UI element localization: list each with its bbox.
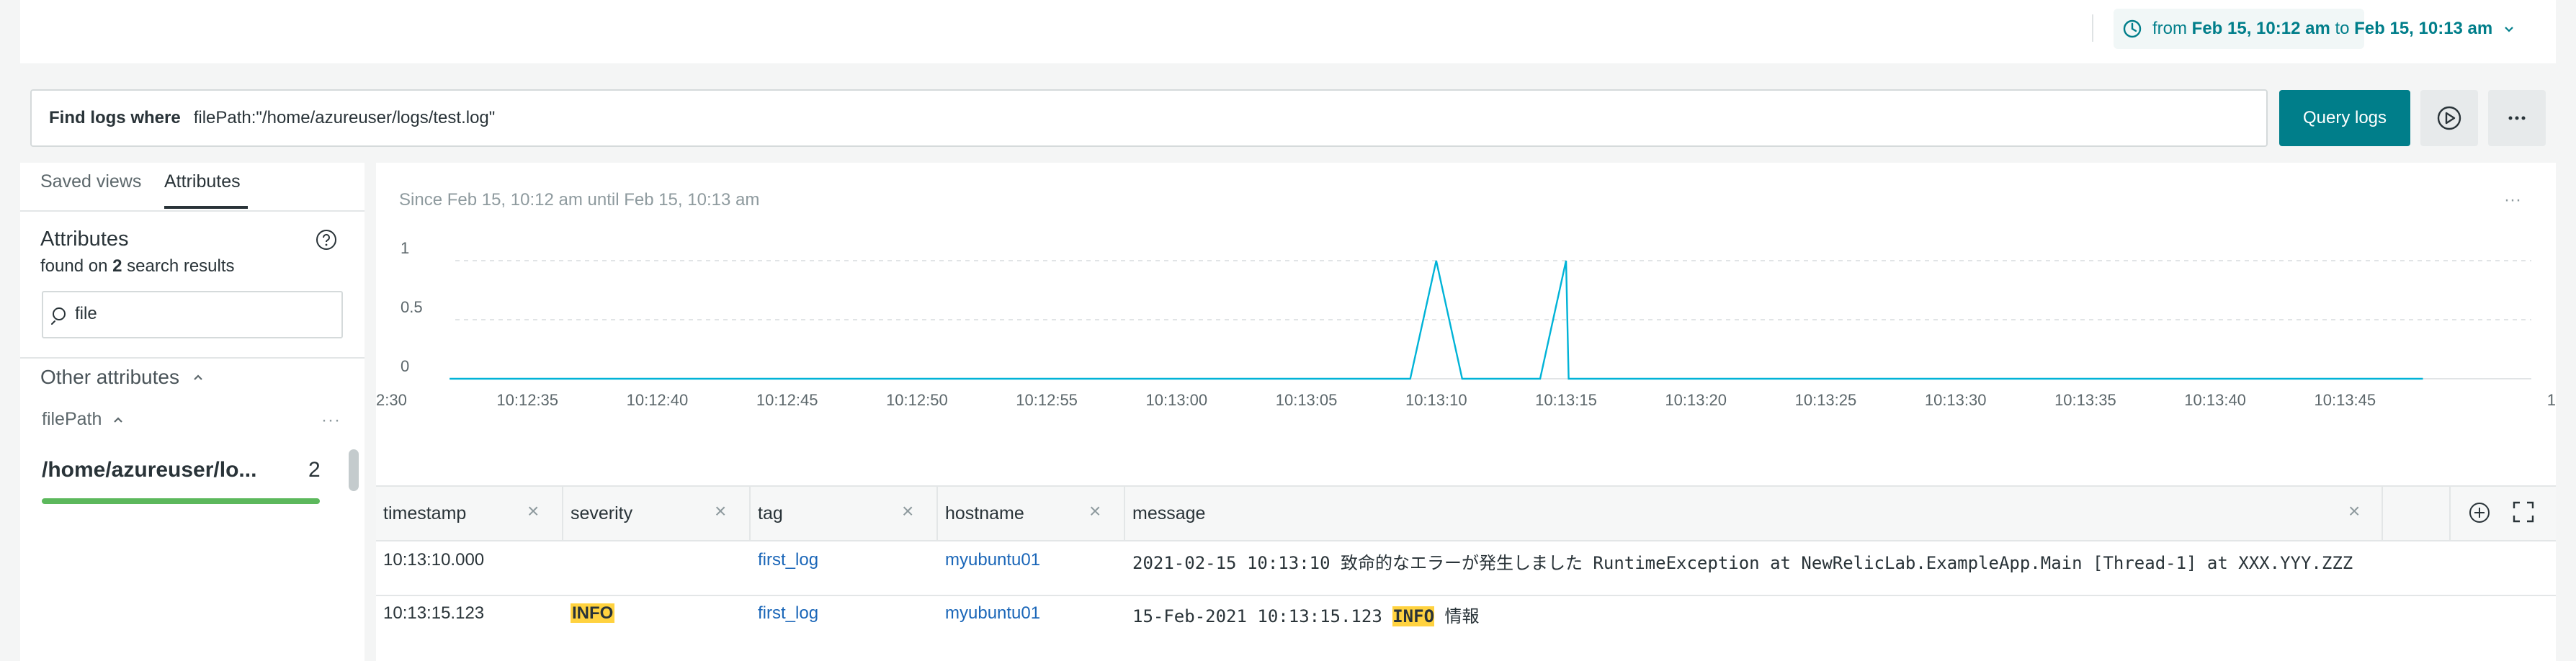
close-icon[interactable]: × xyxy=(902,500,913,523)
message-suffix: 情報 xyxy=(1434,606,1480,626)
column-header-tag[interactable]: tag xyxy=(758,485,783,541)
clock-icon xyxy=(2122,19,2142,39)
x-tick-label: 10:13:05 xyxy=(1276,391,1338,409)
attribute-value[interactable]: /home/azureuser/lo... xyxy=(42,458,256,482)
column-header-severity[interactable]: severity xyxy=(571,485,632,541)
cell-timestamp: 10:13:15.123 xyxy=(383,603,485,623)
other-attributes-label: Other attributes xyxy=(40,366,179,388)
column-header-timestamp[interactable]: timestamp xyxy=(383,485,466,541)
x-tick-label: 10:13:20 xyxy=(1665,391,1727,409)
column-header-message[interactable]: message xyxy=(1132,485,1205,541)
cell-tag-link[interactable]: first_log xyxy=(758,550,818,570)
row-divider xyxy=(376,595,2556,596)
attributes-heading: Attributes xyxy=(40,228,129,251)
x-tick-label: 10:13:35 xyxy=(2054,391,2116,409)
close-icon[interactable]: × xyxy=(1089,500,1101,523)
time-to-word: to xyxy=(2335,19,2350,38)
x-tick-label: 10:13:30 xyxy=(1925,391,1987,409)
x-tick-label: 10:13:10 xyxy=(1405,391,1467,409)
ellipsis-icon xyxy=(2508,116,2526,120)
message-prefix: 15-Feb-2021 10:13:15.123 xyxy=(1132,606,1393,626)
query-label: Find logs where xyxy=(49,108,181,127)
cell-message[interactable]: 15-Feb-2021 10:13:15.123 INFO 情報 xyxy=(1132,602,1479,627)
log-count-chart: 1 0.5 0 2:30 10:12:35 10:12:40 10:12:45 10:12:… xyxy=(376,239,2556,409)
column-divider[interactable] xyxy=(562,485,563,541)
x-tick-label: 10:13:25 xyxy=(1795,391,1857,409)
column-divider[interactable] xyxy=(749,485,751,541)
x-tick-label: 10:13:40 xyxy=(2184,391,2246,409)
y-tick-label: 1 xyxy=(401,239,409,257)
x-tick-label: 10:12:40 xyxy=(627,391,689,409)
attribute-search-value: file xyxy=(75,304,97,323)
attribute-count: 2 xyxy=(308,458,321,482)
x-tick-label: 10:13:15 xyxy=(1535,391,1597,409)
query-logs-button[interactable]: Query logs xyxy=(2279,90,2410,146)
x-tick-label: 10:12:45 xyxy=(756,391,818,409)
column-header-hostname[interactable]: hostname xyxy=(945,485,1024,541)
live-tail-button[interactable] xyxy=(2420,90,2478,146)
time-to-value: Feb 15, 10:13 am xyxy=(2354,19,2493,38)
column-divider[interactable] xyxy=(1124,485,1125,541)
active-tab-indicator xyxy=(164,206,248,209)
time-from-word: from xyxy=(2152,19,2187,38)
column-divider xyxy=(2449,485,2451,541)
column-divider[interactable] xyxy=(2382,485,2383,541)
attribute-group-header[interactable]: filePath xyxy=(42,409,125,430)
cell-hostname-link[interactable]: myubuntu01 xyxy=(945,550,1040,570)
column-divider[interactable] xyxy=(936,485,938,541)
x-tick-label: 10:13:00 xyxy=(1146,391,1208,409)
tab-attributes[interactable]: Attributes xyxy=(164,171,241,192)
divider xyxy=(20,357,365,359)
add-column-icon[interactable] xyxy=(2468,501,2491,528)
attribute-more-icon[interactable]: ··· xyxy=(321,410,341,431)
query-input[interactable]: filePath:"/home/azureuser/logs/test.log" xyxy=(194,108,496,128)
found-prefix: found on xyxy=(40,256,108,276)
play-icon xyxy=(2437,106,2461,130)
x-tick-label: 10:12:50 xyxy=(886,391,948,409)
more-options-button[interactable] xyxy=(2488,90,2546,146)
table-header xyxy=(376,485,2556,541)
y-tick-label: 0.5 xyxy=(401,298,423,316)
message-highlight: INFO xyxy=(1392,606,1435,626)
search-icon xyxy=(50,305,71,329)
attribute-fraction-bar xyxy=(42,498,320,504)
cell-timestamp: 10:13:10.000 xyxy=(383,550,485,570)
attributes-found-text: found on 2 search results xyxy=(40,256,235,276)
x-tick-label: 10:12:55 xyxy=(1016,391,1078,409)
close-icon[interactable]: × xyxy=(715,500,726,523)
chevron-up-icon xyxy=(194,374,202,380)
other-attributes-header[interactable]: Other attributes xyxy=(40,366,205,389)
cell-tag-link[interactable]: first_log xyxy=(758,603,818,624)
time-picker-button[interactable]: from Feb 15, 10:12 am to Feb 15, 10:13 a… xyxy=(2114,9,2514,49)
x-tick-label: 2:30 xyxy=(376,391,407,409)
cell-hostname-link[interactable]: myubuntu01 xyxy=(945,603,1040,624)
severity-badge: INFO xyxy=(571,603,615,623)
x-tick-label: 1 xyxy=(2547,391,2556,409)
found-count: 2 xyxy=(112,256,122,276)
time-from-value: Feb 15, 10:12 am xyxy=(2191,19,2330,38)
chart-more-icon[interactable]: ··· xyxy=(2504,190,2521,210)
help-icon[interactable] xyxy=(316,229,337,251)
x-tick-label: 10:12:35 xyxy=(496,391,558,409)
close-icon[interactable]: × xyxy=(2348,500,2360,523)
fullscreen-icon[interactable] xyxy=(2513,501,2534,526)
close-icon[interactable]: × xyxy=(527,500,539,523)
y-tick-label: 0 xyxy=(401,357,409,375)
scrollbar-thumb[interactable] xyxy=(349,449,359,491)
tab-saved-views[interactable]: Saved views xyxy=(40,171,141,192)
cell-severity: INFO xyxy=(571,603,615,624)
cell-message[interactable]: 2021-02-15 10:13:10 致命的なエラーが発生しました Runti… xyxy=(1132,549,2353,574)
chevron-up-icon xyxy=(114,416,123,423)
query-bar[interactable]: Find logs where filePath:"/home/azureuse… xyxy=(30,89,2268,147)
divider xyxy=(2092,14,2093,42)
chevron-down-icon xyxy=(2503,22,2515,35)
found-suffix: search results xyxy=(127,256,235,276)
chart-time-range: Since Feb 15, 10:12 am until Feb 15, 10:… xyxy=(399,190,760,210)
attribute-name: filePath xyxy=(42,409,102,429)
x-tick-label: 10:13:45 xyxy=(2315,391,2376,409)
